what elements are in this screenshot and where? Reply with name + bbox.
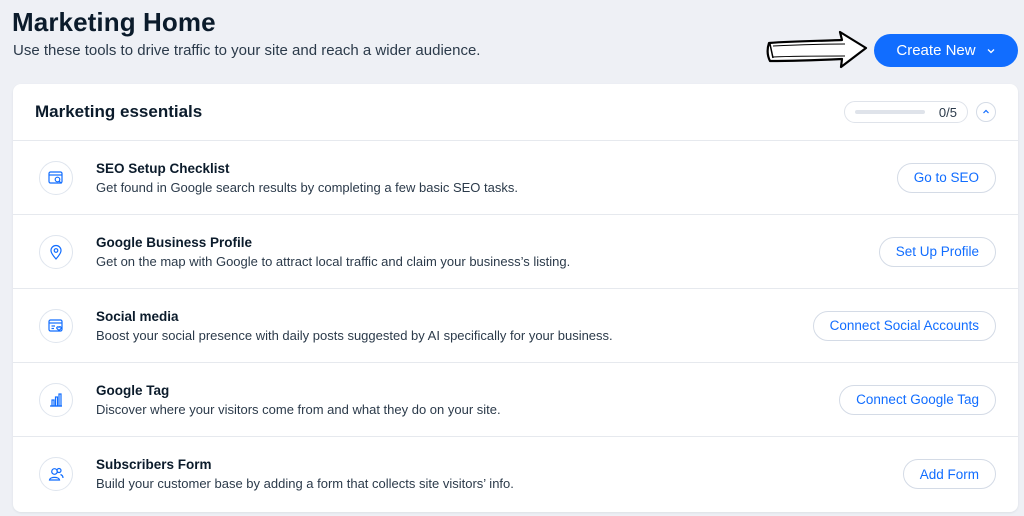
list-item-google-business: Google Business Profile Get on the map w… — [13, 215, 1018, 289]
list-item-google-tag: Google Tag Discover where your visitors … — [13, 363, 1018, 437]
set-up-profile-button[interactable]: Set Up Profile — [878, 236, 996, 267]
item-description: Discover where your visitors come from a… — [96, 401, 501, 417]
item-title: Google Business Profile — [96, 234, 253, 250]
chevron-down-icon — [986, 46, 996, 56]
subscribers-icon — [39, 457, 73, 491]
connect-social-accounts-button[interactable]: Connect Social Accounts — [812, 310, 996, 341]
item-title: Subscribers Form — [96, 457, 212, 472]
progress-track — [855, 110, 925, 114]
progress-area: 0/5 — [844, 101, 996, 123]
list-item-social-media: Social media Boost your social presence … — [13, 289, 1018, 363]
progress-text: 0/5 — [938, 104, 957, 120]
connect-google-tag-button[interactable]: Connect Google Tag — [839, 384, 996, 415]
create-new-button[interactable]: Create New — [874, 34, 1018, 67]
bar-chart-icon — [39, 382, 73, 417]
list-item-seo: SEO Setup Checklist Get found in Google … — [13, 141, 1018, 215]
go-to-seo-button[interactable]: Go to SEO — [896, 162, 996, 193]
add-form-button[interactable]: Add Form — [902, 459, 996, 489]
hand-drawn-arrow-icon — [766, 30, 868, 69]
progress-indicator: 0/5 — [844, 101, 968, 123]
seo-icon — [39, 160, 73, 195]
chevron-up-icon — [983, 109, 989, 114]
item-description: Get on the map with Google to attract lo… — [96, 253, 571, 269]
location-pin-icon — [39, 234, 73, 269]
item-description: Get found in Google search results by co… — [96, 179, 518, 195]
list-item-subscribers-form: Subscribers Form Build your customer bas… — [13, 437, 1018, 511]
collapse-button[interactable] — [976, 102, 996, 122]
item-title: Social media — [96, 308, 179, 324]
item-title: Google Tag — [96, 382, 170, 398]
item-title: SEO Setup Checklist — [96, 160, 230, 176]
card-title: Marketing essentials — [35, 102, 203, 121]
page-subtitle: Use these tools to drive traffic to your… — [13, 42, 481, 59]
item-description: Boost your social presence with daily po… — [96, 327, 613, 343]
page-title: Marketing Home — [12, 7, 216, 37]
create-new-label: Create New — [896, 42, 976, 59]
item-description: Build your customer base by adding a for… — [96, 476, 514, 491]
social-post-icon — [39, 308, 73, 343]
card-header: Marketing essentials 0/5 — [13, 84, 1018, 141]
marketing-essentials-card: Marketing essentials 0/5 SEO Setup Check… — [13, 84, 1018, 512]
